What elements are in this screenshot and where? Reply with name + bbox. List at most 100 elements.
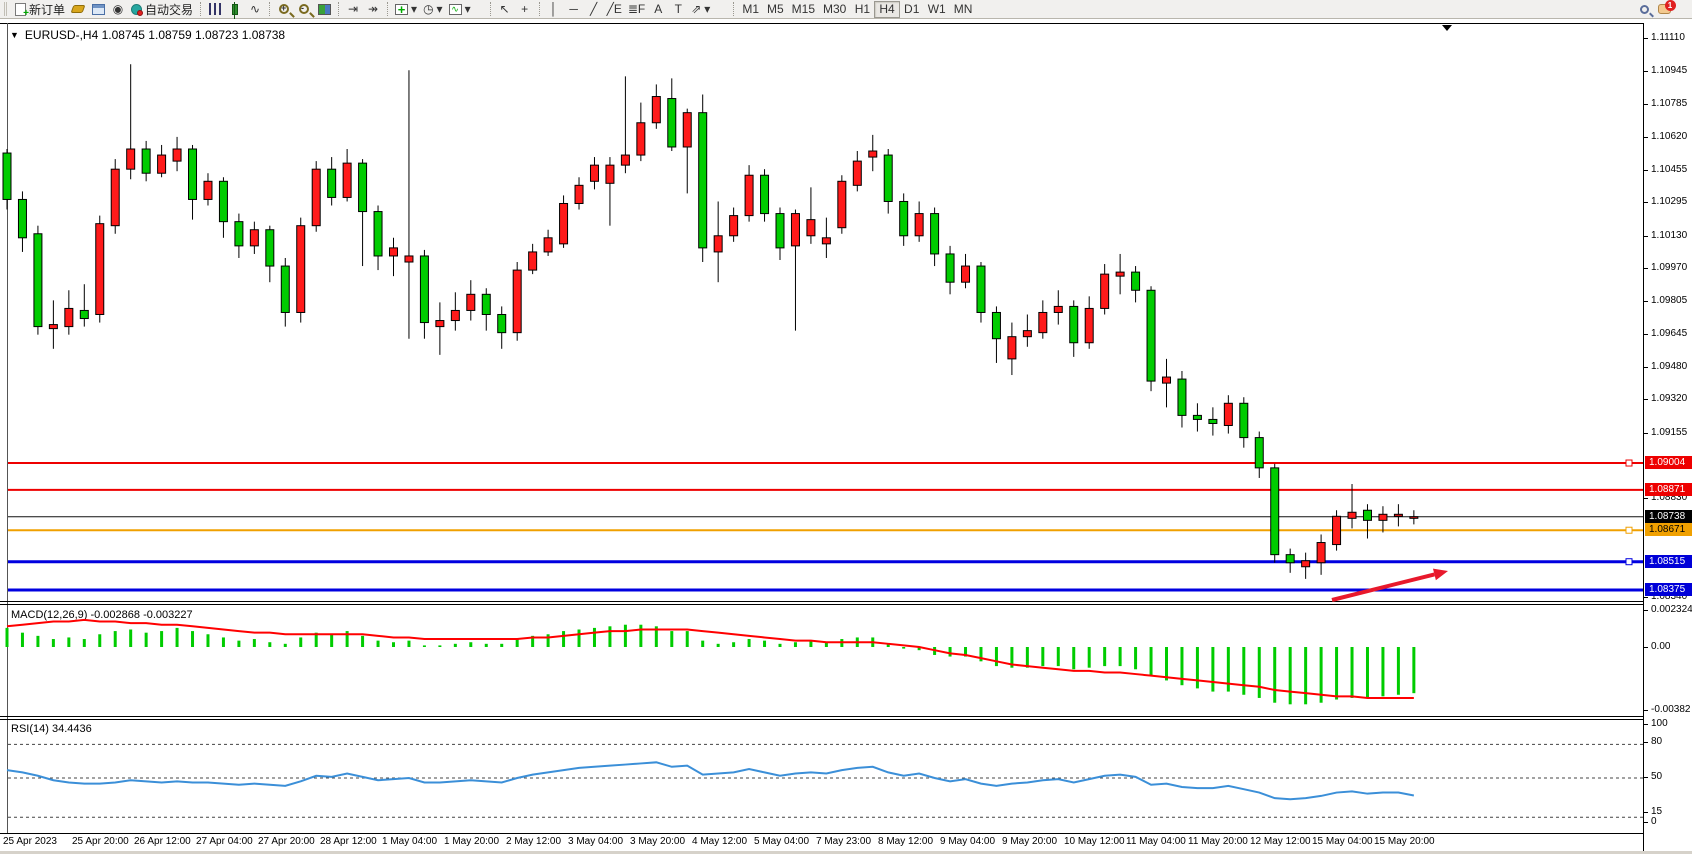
candle-body[interactable] — [946, 254, 954, 282]
candle-body[interactable] — [1147, 290, 1155, 381]
candle-body[interactable] — [977, 266, 985, 312]
candle-body[interactable] — [96, 224, 104, 315]
candle-body[interactable] — [3, 153, 11, 199]
candle-body[interactable] — [281, 266, 289, 312]
candle-body[interactable] — [1224, 403, 1232, 425]
candle-body[interactable] — [34, 234, 42, 327]
candle-body[interactable] — [328, 169, 336, 197]
candle-body[interactable] — [699, 113, 707, 248]
candle-body[interactable] — [931, 214, 939, 254]
candle-body[interactable] — [467, 294, 475, 310]
candle-body[interactable] — [498, 314, 506, 332]
candle-body[interactable] — [513, 270, 521, 333]
candle-body[interactable] — [776, 214, 784, 248]
candle-body[interactable] — [884, 155, 892, 201]
candle-body[interactable] — [575, 185, 583, 203]
candle-body[interactable] — [1255, 438, 1263, 468]
candle-body[interactable] — [173, 149, 181, 161]
candle-body[interactable] — [359, 163, 367, 211]
rsi-line[interactable] — [7, 762, 1414, 799]
candle-body[interactable] — [869, 151, 877, 157]
candle-body[interactable] — [992, 312, 1000, 338]
candle-body[interactable] — [1209, 419, 1217, 423]
candle-body[interactable] — [482, 294, 490, 314]
candle-body[interactable] — [962, 266, 970, 282]
candle-body[interactable] — [1271, 468, 1279, 555]
candle-body[interactable] — [1039, 312, 1047, 332]
candle-body[interactable] — [652, 97, 660, 123]
candle-body[interactable] — [343, 163, 351, 197]
candle-body[interactable] — [1240, 403, 1248, 437]
annotation-arrow[interactable] — [1332, 574, 1434, 600]
candle-body[interactable] — [1286, 555, 1294, 563]
candle-body[interactable] — [219, 181, 227, 221]
candle-body[interactable] — [266, 230, 274, 266]
candle-body[interactable] — [297, 226, 305, 313]
candle-body[interactable] — [807, 220, 815, 236]
candle-body[interactable] — [529, 252, 537, 270]
candle-body[interactable] — [590, 165, 598, 181]
candle-body[interactable] — [1132, 272, 1140, 290]
candle-body[interactable] — [80, 310, 88, 318]
candle-body[interactable] — [65, 308, 73, 326]
candle-body[interactable] — [18, 199, 26, 237]
candle-body[interactable] — [900, 201, 908, 235]
candle-body[interactable] — [374, 212, 382, 256]
candle-body[interactable] — [158, 155, 166, 173]
candle-body[interactable] — [1348, 512, 1356, 518]
candle-body[interactable] — [1193, 415, 1201, 419]
candle-body[interactable] — [1317, 543, 1325, 563]
candle-body[interactable] — [1054, 306, 1062, 312]
candle-body[interactable] — [250, 230, 258, 246]
candle-body[interactable] — [235, 222, 243, 246]
candle-body[interactable] — [189, 149, 197, 199]
line-handle[interactable] — [1626, 559, 1632, 565]
candle-body[interactable] — [390, 248, 398, 256]
candle-body[interactable] — [853, 161, 861, 185]
scroll-end-marker[interactable] — [1442, 25, 1452, 31]
candle-body[interactable] — [1023, 331, 1031, 337]
candle-body[interactable] — [1363, 510, 1371, 520]
candle-body[interactable] — [1116, 272, 1124, 276]
candle-body[interactable] — [451, 310, 459, 320]
candle-body[interactable] — [606, 165, 614, 183]
candle-body[interactable] — [838, 181, 846, 227]
candle-body[interactable] — [791, 214, 799, 246]
candle-body[interactable] — [312, 169, 320, 226]
candle-body[interactable] — [1008, 337, 1016, 359]
annotation-arrow-head[interactable] — [1433, 569, 1448, 581]
candle-body[interactable] — [683, 113, 691, 147]
candle-body[interactable] — [1410, 517, 1418, 519]
candle-body[interactable] — [1101, 274, 1109, 308]
line-handle[interactable] — [1626, 527, 1632, 533]
candle-body[interactable] — [1302, 561, 1310, 567]
candle-body[interactable] — [668, 99, 676, 147]
candle-body[interactable] — [560, 203, 568, 243]
candle-body[interactable] — [1379, 514, 1387, 520]
candle-body[interactable] — [127, 149, 135, 169]
candle-body[interactable] — [420, 256, 428, 323]
candle-body[interactable] — [637, 123, 645, 155]
candle-body[interactable] — [745, 175, 753, 215]
candle-body[interactable] — [761, 175, 769, 213]
candle-body[interactable] — [714, 236, 722, 252]
candle-body[interactable] — [111, 169, 119, 226]
candle-body[interactable] — [405, 256, 413, 262]
candle-body[interactable] — [436, 321, 444, 327]
candle-body[interactable] — [915, 214, 923, 236]
candle-body[interactable] — [49, 325, 57, 329]
candle-body[interactable] — [822, 238, 830, 244]
line-handle[interactable] — [1626, 460, 1632, 466]
candle-body[interactable] — [730, 216, 738, 236]
candle-body[interactable] — [621, 155, 629, 165]
candle-body[interactable] — [1163, 377, 1171, 383]
candle-body[interactable] — [544, 238, 552, 252]
candle-body[interactable] — [1085, 308, 1093, 342]
candle-body[interactable] — [1333, 516, 1341, 544]
candle-body[interactable] — [1178, 379, 1186, 415]
candle-body[interactable] — [1070, 306, 1078, 342]
candle-body[interactable] — [142, 149, 150, 173]
candle-body[interactable] — [1394, 514, 1402, 516]
candle-body[interactable] — [204, 181, 212, 199]
chart-canvas[interactable] — [0, 0, 1692, 854]
